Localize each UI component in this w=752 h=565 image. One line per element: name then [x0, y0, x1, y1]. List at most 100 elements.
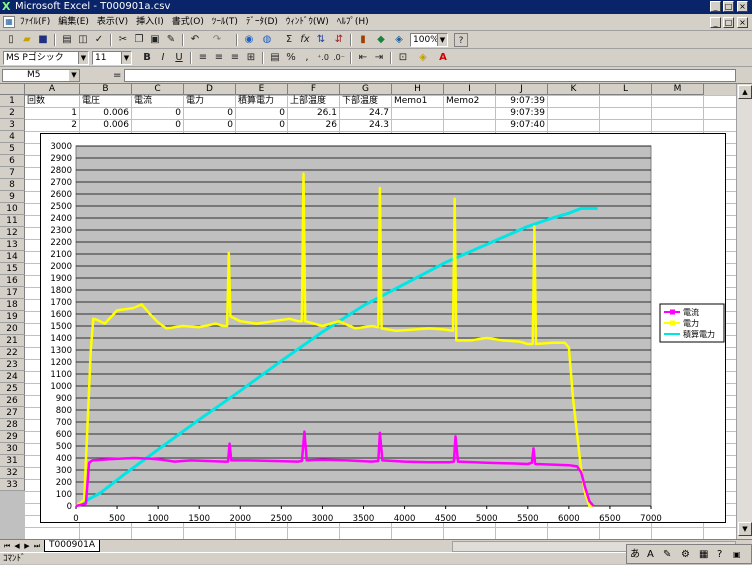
- row-header[interactable]: 18: [0, 299, 25, 311]
- menu-file[interactable]: ﾌｧｲﾙ(F): [20, 16, 50, 29]
- column-header-e[interactable]: E: [236, 84, 288, 95]
- cut-icon[interactable]: ✂: [116, 33, 130, 47]
- menu-insert[interactable]: 挿入(I): [136, 16, 164, 29]
- menu-window[interactable]: ｳｨﾝﾄﾞｳ(W): [286, 16, 329, 29]
- column-header-m[interactable]: M: [652, 84, 704, 95]
- row-header[interactable]: 29: [0, 431, 25, 443]
- formula-input[interactable]: [124, 69, 736, 82]
- minimize-button[interactable]: _: [710, 1, 721, 12]
- spelling-icon[interactable]: ✓: [92, 33, 106, 47]
- row-header[interactable]: 3: [0, 119, 25, 131]
- sheet-tab[interactable]: T000901A: [44, 540, 101, 552]
- cell[interactable]: 9:07:39: [498, 95, 548, 107]
- row-header[interactable]: 13: [0, 239, 25, 251]
- maximize-button[interactable]: □: [723, 1, 734, 12]
- borders-icon[interactable]: ⊡: [396, 51, 410, 65]
- row-header[interactable]: 9: [0, 191, 25, 203]
- row-header[interactable]: 8: [0, 179, 25, 191]
- row-header[interactable]: 5: [0, 143, 25, 155]
- row-header[interactable]: 17: [0, 287, 25, 299]
- row-header[interactable]: 23: [0, 359, 25, 371]
- row-header[interactable]: 31: [0, 455, 25, 467]
- menu-edit[interactable]: 編集(E): [58, 16, 89, 29]
- embedded-chart[interactable]: 0 100 200 300 400 500 600 700 800 900 1000 1100 1200…: [40, 133, 726, 524]
- paste-icon[interactable]: ▣: [148, 33, 162, 47]
- doc-restore-button[interactable]: □: [723, 17, 734, 28]
- cell[interactable]: 9:07:39: [496, 107, 548, 119]
- percent-button[interactable]: %: [284, 51, 298, 65]
- cell[interactable]: 2: [25, 119, 80, 131]
- ime-settings-icon[interactable]: ⚙: [681, 548, 690, 562]
- row-header[interactable]: 26: [0, 395, 25, 407]
- ime-pad-icon[interactable]: ▦: [699, 548, 708, 562]
- name-box[interactable]: M5 ▼: [2, 69, 80, 82]
- row-header[interactable]: 2: [0, 107, 25, 119]
- column-header-g[interactable]: G: [340, 84, 392, 95]
- ime-mode-icon[interactable]: あ: [630, 548, 640, 562]
- cell[interactable]: 0: [132, 107, 184, 119]
- menu-data[interactable]: ﾃﾞｰﾀ(D): [246, 16, 278, 29]
- column-header-d[interactable]: D: [184, 84, 236, 95]
- font-size-select[interactable]: 11 ▼: [92, 51, 132, 65]
- cell[interactable]: 電流: [134, 95, 184, 107]
- map-icon[interactable]: ◆: [374, 33, 388, 47]
- row-header[interactable]: 24: [0, 371, 25, 383]
- column-header-j[interactable]: J: [496, 84, 548, 95]
- format-painter-icon[interactable]: ✎: [164, 33, 178, 47]
- row-header[interactable]: 11: [0, 215, 25, 227]
- chart-wizard-icon[interactable]: ▮: [356, 33, 370, 47]
- prev-sheet-icon[interactable]: ◀: [12, 541, 22, 552]
- row-header[interactable]: 14: [0, 251, 25, 263]
- first-sheet-icon[interactable]: ⏮: [2, 541, 12, 552]
- doc-minimize-button[interactable]: _: [710, 17, 721, 28]
- cell[interactable]: 電圧: [82, 95, 132, 107]
- cell[interactable]: 9:07:40: [496, 119, 548, 131]
- cell[interactable]: 26.1: [288, 107, 340, 119]
- italic-button[interactable]: I: [156, 51, 170, 65]
- last-sheet-icon[interactable]: ⏭: [32, 541, 42, 552]
- cell[interactable]: 回数: [27, 95, 80, 107]
- hyperlink-icon[interactable]: ◉: [242, 33, 256, 47]
- decrease-decimal-icon[interactable]: .0⁻: [332, 51, 346, 65]
- open-icon[interactable]: ▰: [20, 33, 34, 47]
- row-header[interactable]: 1: [0, 95, 25, 107]
- comma-style-icon[interactable]: ,: [300, 51, 314, 65]
- currency-icon[interactable]: ▤: [268, 51, 282, 65]
- row-header[interactable]: 30: [0, 443, 25, 455]
- cell[interactable]: 0: [236, 119, 288, 131]
- row-header[interactable]: 21: [0, 335, 25, 347]
- sort-descending-icon[interactable]: ⇵: [332, 33, 346, 47]
- row-header[interactable]: 28: [0, 419, 25, 431]
- cell[interactable]: Memo2: [446, 95, 496, 107]
- cell[interactable]: 0: [184, 107, 236, 119]
- row-header[interactable]: 25: [0, 383, 25, 395]
- increase-indent-icon[interactable]: ⇥: [372, 51, 386, 65]
- column-header-k[interactable]: K: [548, 84, 600, 95]
- autosum-button[interactable]: Σ: [282, 33, 296, 47]
- cell[interactable]: 電力: [186, 95, 236, 107]
- menu-tools[interactable]: ﾂｰﾙ(T): [212, 16, 238, 29]
- row-header[interactable]: 12: [0, 227, 25, 239]
- web-toolbar-icon[interactable]: ◍: [260, 33, 274, 47]
- cell[interactable]: 下部温度: [342, 95, 392, 107]
- row-header[interactable]: 6: [0, 155, 25, 167]
- font-color-icon[interactable]: A: [436, 51, 450, 65]
- print-icon[interactable]: ▤: [60, 33, 74, 47]
- row-header[interactable]: 22: [0, 347, 25, 359]
- cell[interactable]: 上部温度: [290, 95, 340, 107]
- column-header-l[interactable]: L: [600, 84, 652, 95]
- column-header-i[interactable]: I: [444, 84, 496, 95]
- cell[interactable]: 0.006: [80, 107, 132, 119]
- copy-icon[interactable]: ❐: [132, 33, 146, 47]
- ime-dictionary-icon[interactable]: ✎: [663, 548, 671, 562]
- row-header[interactable]: 27: [0, 407, 25, 419]
- cell[interactable]: 0: [132, 119, 184, 131]
- align-left-icon[interactable]: ≡: [196, 51, 210, 65]
- cell[interactable]: 1: [25, 107, 80, 119]
- print-preview-icon[interactable]: ◫: [76, 33, 90, 47]
- sort-ascending-icon[interactable]: ⇅: [314, 33, 328, 47]
- font-select[interactable]: MS Pゴシック ▼: [3, 51, 89, 65]
- menu-view[interactable]: 表示(V): [97, 16, 128, 29]
- row-header[interactable]: 33: [0, 479, 25, 491]
- column-header-b[interactable]: B: [80, 84, 132, 95]
